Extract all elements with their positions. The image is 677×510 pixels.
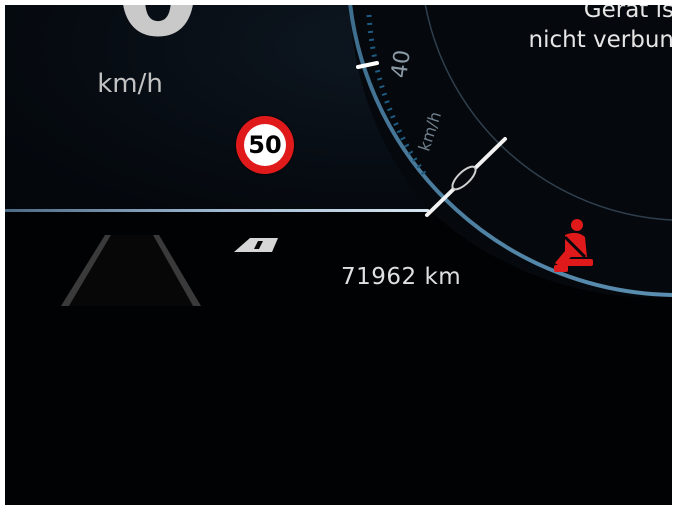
odometer-reading: 71962 km <box>341 264 462 290</box>
connection-message-line2: nicht verbun <box>528 27 673 53</box>
road-sign-icon <box>232 236 280 260</box>
instrument-cluster: 0 km/h 50 40 km/h Gerät is ni <box>5 5 672 505</box>
lane-assist-icon <box>55 230 215 324</box>
gauge-tick-label: 40 <box>387 48 416 79</box>
connection-message-line1: Gerät is <box>583 5 672 23</box>
connection-message: Gerät is nicht verbun <box>529 5 673 55</box>
seatbelt-warning-icon <box>551 217 599 279</box>
